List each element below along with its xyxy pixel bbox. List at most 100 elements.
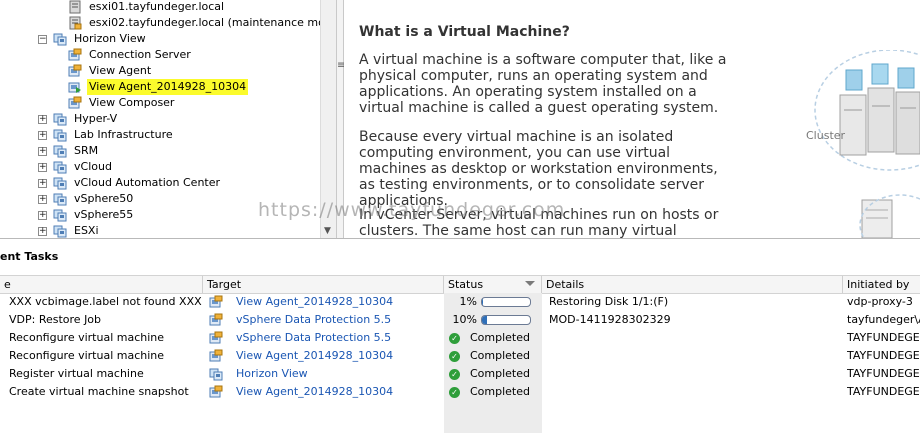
task-initiated-by: TAYFUNDEGER: [847, 331, 920, 344]
task-row[interactable]: Reconfigure virtual machine View Agent_20…: [0, 347, 920, 365]
folder-vm-icon: [209, 368, 223, 381]
tree-node-label[interactable]: View Composer: [87, 95, 176, 111]
task-row[interactable]: Register virtual machine Horizon View ✓ Com…: [0, 365, 920, 383]
vm-icon: [209, 295, 223, 308]
task-target: vSphere Data Protection 5.5: [209, 329, 391, 347]
task-target-link[interactable]: vSphere Data Protection 5.5: [236, 311, 391, 329]
expand-icon[interactable]: +: [38, 146, 47, 156]
tree-node[interactable]: + vSphere50: [38, 191, 135, 207]
task-name: VDP: Restore Job: [9, 313, 102, 326]
progress-bar-fill: [482, 316, 487, 324]
task-details: MOD-1411928302329: [549, 313, 671, 326]
tree-node[interactable]: + SRM: [38, 143, 100, 159]
task-row[interactable]: XXX vcbimage.label not found XXX View Age…: [0, 293, 920, 311]
tree-node[interactable]: − Horizon View: [38, 31, 148, 47]
task-name: Reconfigure virtual machine: [9, 349, 165, 362]
vm-icon: [209, 313, 223, 326]
column-header-target-label: Target: [207, 278, 242, 291]
tree-node-label[interactable]: SRM: [72, 143, 100, 159]
folder-vm-icon: [53, 161, 67, 174]
tree-node-label[interactable]: vSphere50: [72, 191, 135, 207]
vm-icon: [209, 385, 223, 398]
tree-node-label[interactable]: vCloud Automation Center: [72, 175, 222, 191]
collapse-icon[interactable]: −: [38, 34, 47, 44]
completed-check-icon: ✓: [449, 368, 460, 380]
column-header-details-label: Details: [546, 278, 585, 291]
column-header-name[interactable]: e: [0, 276, 203, 293]
tree-node-label[interactable]: vCloud: [72, 159, 114, 175]
storage-icon: [861, 199, 893, 238]
task-initiated-by: TAYFUNDEGER: [847, 349, 920, 362]
task-target-link[interactable]: View Agent_2014928_10304: [236, 347, 393, 365]
info-title: What is a Virtual Machine?: [359, 24, 570, 40]
task-target-link[interactable]: View Agent_2014928_10304: [236, 383, 393, 401]
tree-node[interactable]: + vCloud: [38, 159, 114, 175]
tree-node[interactable]: View Composer: [68, 95, 176, 111]
recent-tasks-panel: ent Tasks e Target Status Details Initia…: [0, 238, 920, 433]
tree-node-label[interactable]: Hyper-V: [72, 111, 119, 127]
tree-node[interactable]: View Agent: [68, 63, 153, 79]
task-name: XXX vcbimage.label not found XXX: [9, 295, 202, 308]
progress-bar: [481, 315, 531, 325]
tree-node-label[interactable]: View Agent: [87, 63, 153, 79]
column-header-target[interactable]: Target: [203, 276, 444, 293]
tree-node-label[interactable]: Horizon View: [72, 31, 148, 47]
tree-node[interactable]: + Lab Infrastructure: [38, 127, 175, 143]
status-text: Completed: [470, 367, 530, 380]
task-initiated-by: vdp-proxy-3: [847, 295, 913, 308]
expand-icon[interactable]: +: [38, 226, 47, 236]
vm-powered-icon: [68, 82, 81, 93]
tree-node-label[interactable]: vSphere55: [72, 207, 135, 223]
tree-node[interactable]: esxi01.tayfundeger.local: [68, 0, 226, 15]
task-row[interactable]: VDP: Restore Job vSphere Data Protection …: [0, 311, 920, 329]
task-row[interactable]: Create virtual machine snapshot View Agen…: [0, 383, 920, 401]
tree-node-label[interactable]: View Agent_2014928_10304: [87, 79, 249, 95]
completed-check-icon: ✓: [449, 350, 460, 362]
vm-icon: [68, 64, 82, 77]
column-header-initiated-by[interactable]: Initiated by: [843, 276, 920, 293]
task-status: 1%: [444, 293, 542, 311]
completed-check-icon: ✓: [449, 386, 460, 398]
task-name: Create virtual machine snapshot: [9, 385, 189, 398]
splitter-grip-icon[interactable]: ≡: [337, 60, 345, 71]
expand-icon[interactable]: +: [38, 194, 47, 204]
task-target-link[interactable]: View Agent_2014928_10304: [236, 293, 393, 311]
task-target-link[interactable]: Horizon View: [236, 365, 308, 383]
tree-node-label[interactable]: ESXi: [72, 223, 101, 238]
scroll-down-icon[interactable]: ▼: [324, 226, 331, 236]
column-header-details[interactable]: Details: [542, 276, 843, 293]
folder-vm-icon: [53, 193, 67, 206]
vm-icon: [209, 331, 223, 344]
task-row[interactable]: Reconfigure virtual machine vSphere Data …: [0, 329, 920, 347]
cluster-label: Cluster: [806, 129, 846, 142]
tree-node[interactable]: + vSphere55: [38, 207, 135, 223]
expand-icon[interactable]: +: [38, 178, 47, 188]
column-header-status[interactable]: Status: [444, 276, 542, 293]
recent-tasks-title: ent Tasks: [0, 250, 59, 263]
expand-icon[interactable]: +: [38, 210, 47, 220]
tree-node[interactable]: + ESXi: [38, 223, 101, 238]
folder-vm-icon: [53, 33, 67, 46]
tree-node[interactable]: Connection Server: [68, 47, 193, 63]
tree-node[interactable]: + Hyper-V: [38, 111, 119, 127]
tree-node[interactable]: esxi02.tayfundeger.local (maintenance mo…: [68, 15, 320, 31]
task-details: Restoring Disk 1/1:(F): [549, 295, 669, 308]
task-target: Horizon View: [209, 365, 308, 383]
tree-node[interactable]: View Agent_2014928_10304: [68, 79, 249, 95]
column-header-initiated-label: Initiated by: [847, 278, 910, 291]
tree-node-label[interactable]: esxi01.tayfundeger.local: [87, 0, 226, 15]
expand-icon[interactable]: +: [38, 114, 47, 124]
task-target: View Agent_2014928_10304: [209, 383, 393, 401]
tree-node[interactable]: + vCloud Automation Center: [38, 175, 222, 191]
vm-icon: [68, 96, 82, 109]
expand-icon[interactable]: +: [38, 130, 47, 140]
task-target: View Agent_2014928_10304: [209, 347, 393, 365]
tree-node-label[interactable]: Lab Infrastructure: [72, 127, 175, 143]
server-stack-icon: [839, 63, 920, 156]
progress-percent: 1%: [459, 295, 477, 308]
tree-node-label[interactable]: esxi02.tayfundeger.local (maintenance mo…: [87, 15, 320, 31]
folder-vm-icon: [53, 113, 67, 126]
task-target-link[interactable]: vSphere Data Protection 5.5: [236, 329, 391, 347]
expand-icon[interactable]: +: [38, 162, 47, 172]
tree-node-label[interactable]: Connection Server: [87, 47, 193, 63]
